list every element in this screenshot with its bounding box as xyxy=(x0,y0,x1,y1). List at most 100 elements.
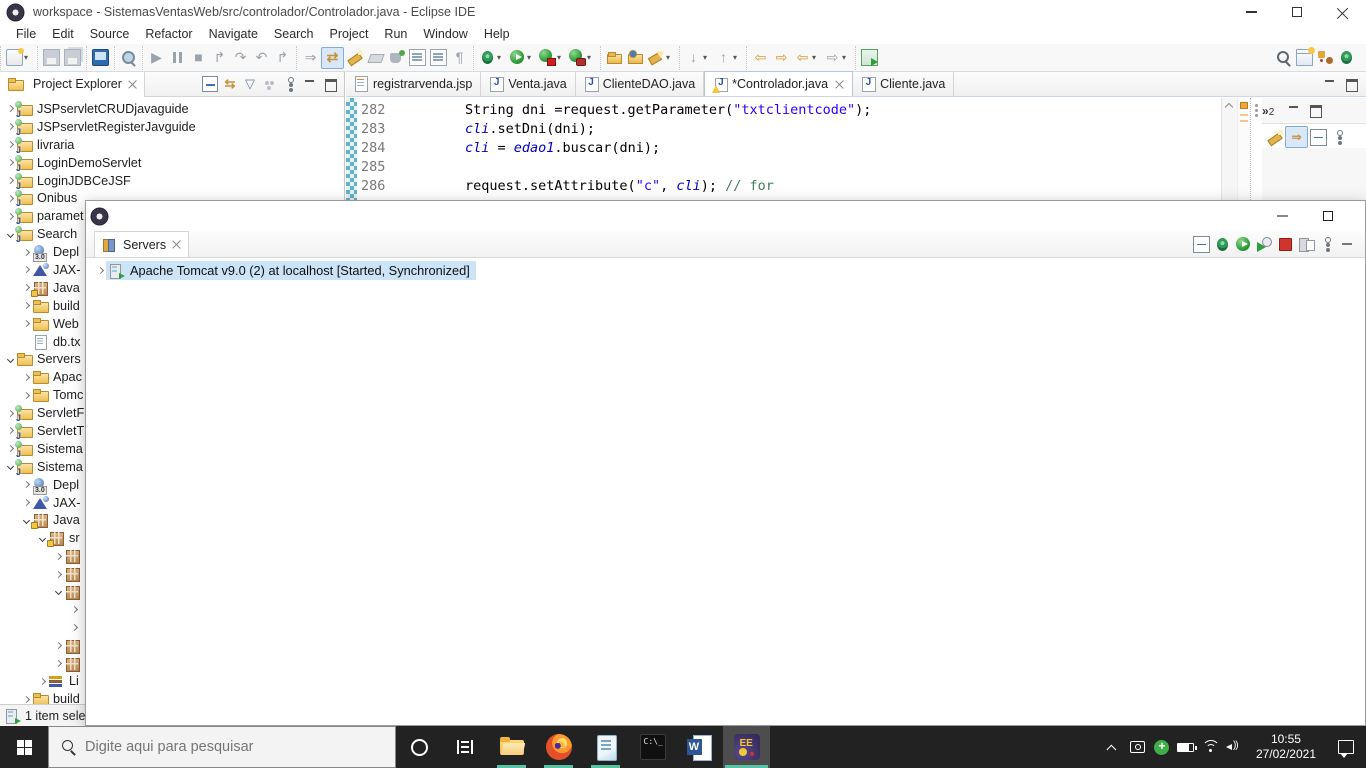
search-toolbar-button[interactable] xyxy=(1273,47,1294,69)
run-button[interactable]: ▾ xyxy=(507,47,537,69)
servers-collapse-all-button[interactable] xyxy=(1191,233,1212,255)
link-with-editor-button[interactable]: ⇒ xyxy=(1285,126,1308,148)
close-icon[interactable] xyxy=(128,80,137,89)
close-icon[interactable] xyxy=(835,80,844,89)
expand-arrow-icon[interactable] xyxy=(20,498,32,507)
step-into-button[interactable]: ↷ xyxy=(230,47,251,69)
forward-button[interactable]: ⇨ ▾ xyxy=(822,47,852,69)
new-wizard-button[interactable]: ▾ xyxy=(4,47,34,69)
collapse-all-button[interactable] xyxy=(200,74,220,94)
tray-antivirus[interactable] xyxy=(1150,726,1174,768)
prev-annotation-page-button[interactable] xyxy=(428,47,449,69)
servers-window-minimize-button[interactable] xyxy=(1259,201,1305,231)
expand-arrow-icon[interactable] xyxy=(20,695,32,703)
menu-project[interactable]: Project xyxy=(322,25,377,43)
filters-button[interactable] xyxy=(1264,126,1285,148)
tomcat-server-row[interactable]: Apache Tomcat v9.0 (2) at localhost [Sta… xyxy=(86,261,1365,280)
scroll-up-icon[interactable] xyxy=(1224,102,1234,112)
tab-overflow-indicator[interactable]: »2 xyxy=(1262,104,1274,118)
tab-servers[interactable]: Servers xyxy=(94,231,190,257)
pin-editor-button[interactable] xyxy=(859,47,880,69)
window-maximize-button[interactable] xyxy=(1274,0,1320,24)
warning-marker-icon[interactable] xyxy=(1240,102,1248,109)
expand-arrow-icon[interactable] xyxy=(20,302,32,310)
expand-arrow-icon[interactable] xyxy=(52,552,64,560)
expand-arrow-icon[interactable] xyxy=(4,123,16,131)
clear-button[interactable] xyxy=(365,47,386,69)
expand-arrow-icon[interactable] xyxy=(4,463,16,471)
task-view-button[interactable] xyxy=(442,726,488,768)
toggle-watchpoint-button[interactable] xyxy=(118,47,139,69)
search-input[interactable] xyxy=(85,739,365,755)
expand-arrow-icon[interactable] xyxy=(4,409,16,417)
focus-button[interactable] xyxy=(260,74,280,94)
taskbar-word[interactable] xyxy=(676,726,723,768)
tree-item[interactable]: JSPservletRegisterJavguide xyxy=(0,118,330,137)
open-resource-button[interactable] xyxy=(625,47,646,69)
suspend-button[interactable] xyxy=(167,47,188,69)
menu-source[interactable]: Source xyxy=(82,25,138,43)
view-menu-button[interactable] xyxy=(280,74,300,94)
next-annotation-button[interactable]: ↓ ▾ xyxy=(683,47,713,69)
tray-screen-recorder[interactable] xyxy=(1126,726,1150,768)
debug-perspective-button[interactable] xyxy=(1336,47,1357,69)
menu-file[interactable]: File xyxy=(8,25,44,43)
action-center-button[interactable] xyxy=(1326,726,1366,768)
tab-project-explorer[interactable]: Project Explorer xyxy=(0,71,145,97)
save-all-button[interactable] xyxy=(62,47,83,69)
expand-arrow-icon[interactable] xyxy=(52,642,64,650)
menu-refactor[interactable]: Refactor xyxy=(137,25,200,43)
expand-arrow-icon[interactable] xyxy=(4,212,16,220)
window-minimize-button[interactable] xyxy=(1228,0,1274,24)
show-whitespace-button[interactable]: ¶ xyxy=(449,47,470,69)
menu-edit[interactable]: Edit xyxy=(44,25,82,43)
maximize-editor-button[interactable] xyxy=(1341,73,1362,95)
external-tools-button[interactable]: ▾ xyxy=(646,47,676,69)
expand-arrow-icon[interactable] xyxy=(68,606,80,614)
expand-arrow-icon[interactable] xyxy=(4,445,16,453)
expand-arrow-icon[interactable] xyxy=(4,355,16,363)
open-perspective-button[interactable] xyxy=(1294,47,1315,69)
editor-tab[interactable]: Cliente.java xyxy=(853,71,955,96)
disconnect-button[interactable]: ↱ xyxy=(209,47,230,69)
menu-search[interactable]: Search xyxy=(266,25,322,43)
maximize-view-button[interactable] xyxy=(320,74,340,94)
editor-tab[interactable]: ClienteDAO.java xyxy=(576,71,705,96)
expand-arrow-icon[interactable] xyxy=(4,105,16,113)
taskbar-clock[interactable]: 10:55 27/02/2021 xyxy=(1246,732,1326,762)
editor-tab[interactable]: registrarvenda.jsp xyxy=(346,71,482,96)
window-close-button[interactable] xyxy=(1320,0,1366,24)
javaee-perspective-button[interactable] xyxy=(1315,47,1336,69)
tray-volume[interactable] xyxy=(1222,726,1246,768)
expand-arrow-icon[interactable] xyxy=(52,570,64,578)
mark-occurrences-button[interactable] xyxy=(344,47,365,69)
taskbar-explorer[interactable] xyxy=(488,726,535,768)
step-over-button[interactable]: ↶ xyxy=(251,47,272,69)
terminate-button[interactable]: ■ xyxy=(188,47,209,69)
expand-arrow-icon[interactable] xyxy=(4,194,16,202)
menu-window[interactable]: Window xyxy=(415,25,475,43)
taskbar-eclipse[interactable] xyxy=(723,726,770,768)
taskbar-firefox[interactable] xyxy=(535,726,582,768)
view-menu-button[interactable] xyxy=(1329,126,1350,148)
taskbar-search[interactable] xyxy=(48,726,396,768)
servers-debug-button[interactable] xyxy=(1212,233,1233,255)
next-annotation-page-button[interactable] xyxy=(407,47,428,69)
menu-run[interactable]: Run xyxy=(376,25,415,43)
new-open-type-button[interactable] xyxy=(604,47,625,69)
expand-arrow-icon[interactable] xyxy=(36,677,48,685)
expand-arrow-icon[interactable] xyxy=(20,248,32,256)
servers-start-button[interactable] xyxy=(1233,233,1254,255)
minimize-view-button[interactable] xyxy=(1284,100,1305,122)
servers-publish-button[interactable] xyxy=(1296,233,1317,255)
servers-window-titlebar[interactable] xyxy=(86,201,1365,231)
show-skipped-breakpoints-button[interactable]: ⇒ xyxy=(300,47,321,69)
expand-arrow-icon[interactable] xyxy=(4,230,16,238)
debug-button[interactable]: ▾ xyxy=(477,47,507,69)
save-button[interactable] xyxy=(41,47,62,69)
tree-item[interactable]: JSPservletCRUDjavaguide xyxy=(0,100,330,119)
run-on-server-button[interactable]: ▾ xyxy=(537,47,567,69)
cortana-button[interactable] xyxy=(396,726,442,768)
menu-navigate[interactable]: Navigate xyxy=(201,25,266,43)
expand-arrow-icon[interactable] xyxy=(20,391,32,399)
